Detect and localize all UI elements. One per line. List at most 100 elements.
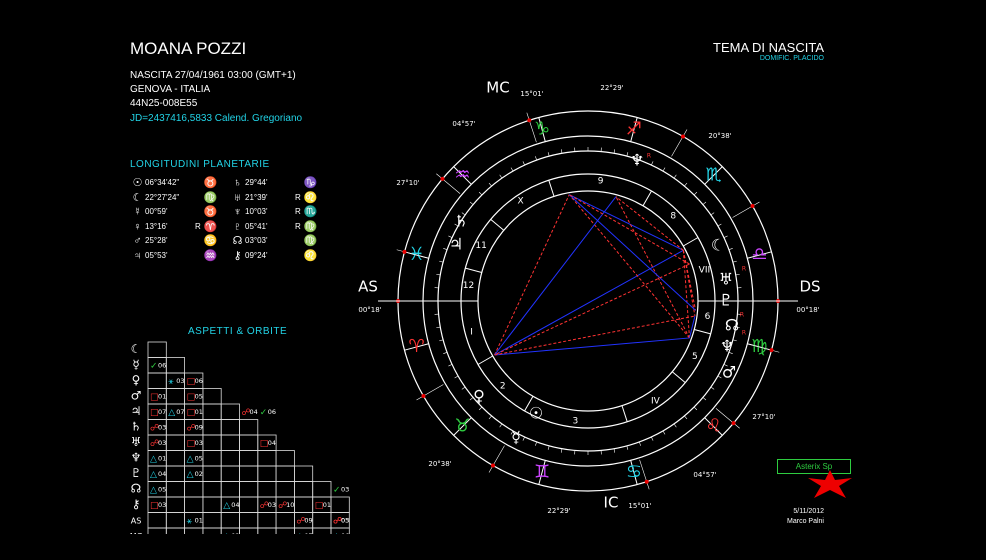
cusp-degree: 20°38' [708,132,731,140]
planet-glyph-icon: ☾ [132,191,143,204]
house-number: IV [651,396,661,406]
degree-tick [439,339,444,342]
retrograde-marker: R [740,312,744,319]
aspect-symbol-icon: △ [150,486,157,496]
degree-tick [662,430,666,435]
degree-tick [673,423,677,428]
planet-longitude: 21°39' [245,192,268,202]
aspect-orb: 01 [195,408,203,416]
degree-tick [626,445,629,450]
cusp-dot [527,118,532,123]
aspect-cell [312,481,332,498]
degree-tick [439,260,444,263]
cusp-dot [421,394,426,398]
aspect-orb: 06 [268,408,276,416]
planet-glyph-icon: ☊ [232,235,243,247]
ascendant-degree: 00°18' [358,306,381,314]
aspect-line [494,249,684,356]
aspect-orb: 09 [195,424,203,432]
house-number: 6 [705,312,711,322]
degree-tick [560,149,563,154]
zodiac-sign-icon: ♍ [203,191,218,204]
planet-longitude: 05°53' [145,250,168,260]
natal-wheel: ♓ ♒ ♑ ♐ ♏ ♎ ♍ ♌ ♋ ♊ ♉ ♈ I 2 3 IV 5 6 VII 8 9 X 11 12 AS DS 00°18' 0… [358,79,820,516]
aspect-orb: 07 [176,408,184,416]
planet-row: ♀ 13°16' R ♈ ♇ 05°41' R ♍ [130,220,318,235]
planet-longitude: 13°16' [145,221,168,231]
aspect-symbol-icon: △ [150,470,157,480]
cusp-degree: 04°57' [452,120,475,128]
aspect-cell [220,450,240,467]
planet-longitude: 10°03' [245,207,268,216]
aspect-orb: 03 [158,439,166,447]
house-number: 12 [463,281,474,291]
descendant-label: DS [799,278,820,296]
degree-tick [499,423,503,428]
zodiac-sign-icon: ♍ [303,220,318,233]
degree-tick [673,174,677,179]
aspect-cell [165,419,185,436]
planets-title: LONGITUDINI PLANETARIE [130,159,270,170]
zodiac-sign-icon: ♏ [303,206,318,218]
midheaven-degree: 15°01' [520,90,543,98]
zodiac-sign-icon: ♌ [705,416,721,437]
aspect-line [494,194,570,356]
planet-glyph-icon: ♃ [133,249,142,262]
aspect-row-label: ☿ [132,358,139,372]
zodiac-sign-icon: ♑ [303,177,318,189]
zodiac-sign-icon: ♏ [705,164,721,185]
zodiac-sign-icon: ♌ [303,191,318,204]
degree-tick [510,167,514,172]
aspect-orb: 03 [158,501,166,509]
aspect-cell [165,512,185,529]
degree-tick [693,406,698,411]
zodiac-sign-icon: ♑ [534,119,550,140]
planet-row: ♃ 05°53' ♒ ⚷ 09°24' ♌ [130,249,318,264]
aspect-orb: 04 [250,408,258,416]
degree-tick [443,352,448,354]
person-name: MOANA POZZI [130,39,247,58]
planet-glyph-icon: ☊ [725,316,739,335]
planet-glyph-icon: ♆ [233,206,242,218]
aspect-row-label: ♂ [131,389,142,403]
planet-glyph-icon: ♅ [233,191,242,204]
planet-glyph-icon: ☉ [132,177,143,189]
planet-glyph-icon: ♆ [720,337,734,356]
cusp-degree: 27°10' [396,179,419,187]
aspect-orb: 07 [158,408,166,416]
planet-longitude: 05°41' [245,221,268,231]
aspect-cell [220,434,240,451]
aspect-cell [239,512,259,529]
aspect-cell [202,419,222,436]
aspect-row-label: MC [130,532,143,534]
zodiac-sign-icon: ♉ [203,206,218,218]
retrograde-marker: R [742,266,746,273]
aspect-cell [147,527,167,544]
aspect-orb: 04 [158,470,166,478]
degree-tick [522,436,525,441]
planet-glyph-icon: ♂ [722,363,736,382]
footer-author: Marco Palni [787,518,824,525]
cusp-degree: 04°57' [693,471,716,479]
aspect-cell [275,450,295,467]
aspect-cell [239,419,259,436]
degree-tick [535,441,537,446]
aspect-cell [257,481,277,498]
degree-tick [717,223,722,227]
aspect-row-label: ♀ [132,373,141,387]
aspect-symbol-icon: △ [187,455,194,465]
house-cusp [490,218,505,231]
planet-row: ☉ 06°34'42" ♉ ♄ 29°44' ♑ [130,176,318,191]
aspect-orb: 01 [158,455,166,463]
degree-tick [499,174,503,179]
degree-tick [693,191,698,196]
planet-longitude: 09°24' [245,250,268,260]
planet-glyph-icon: ⚷ [233,249,242,262]
aspect-orb: 10 [286,501,294,509]
aspect-cell [293,465,314,482]
ascendant-label: AS [358,278,378,296]
aspect-cell [165,450,185,467]
house-cusp [694,328,711,335]
house-cusp [477,355,493,365]
aspect-line [615,196,684,251]
